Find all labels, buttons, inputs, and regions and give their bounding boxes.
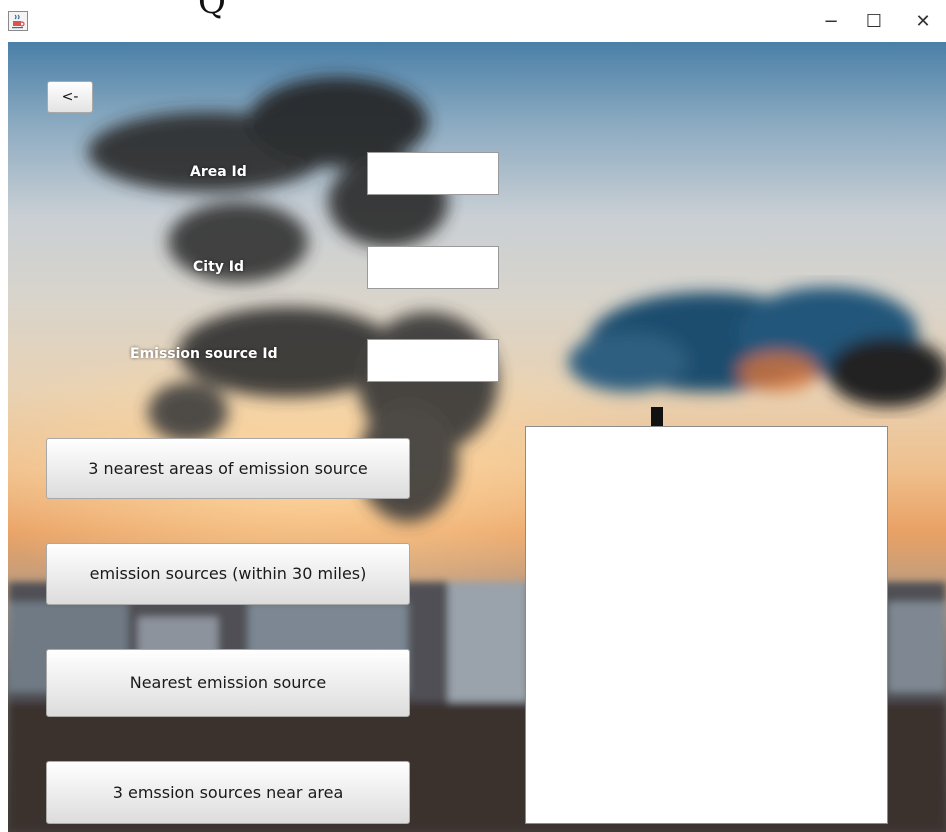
- title-bar: Q − ☐ ✕: [0, 0, 946, 42]
- area-id-field[interactable]: [367, 152, 499, 195]
- sources-near-area-button[interactable]: 3 emssion sources near area: [46, 761, 410, 824]
- emission-source-id-label: Emission source Id: [130, 346, 278, 362]
- app-window: Q − ☐ ✕ <- Area Id City Id Emission sour…: [0, 0, 946, 832]
- minimize-button[interactable]: −: [808, 6, 854, 38]
- content-pane: <- Area Id City Id Emission source Id 3 …: [8, 42, 946, 832]
- emission-source-id-field[interactable]: [367, 339, 499, 382]
- close-button[interactable]: ✕: [900, 6, 946, 38]
- results-panel[interactable]: [525, 426, 888, 824]
- area-id-label: Area Id: [190, 164, 247, 180]
- city-id-label: City Id: [193, 259, 244, 275]
- java-cup-icon: [8, 11, 28, 31]
- window-title: Q: [198, 0, 226, 22]
- within-30-miles-button[interactable]: emission sources (within 30 miles): [46, 543, 410, 605]
- back-button[interactable]: <-: [47, 81, 93, 113]
- nearest-areas-button[interactable]: 3 nearest areas of emission source: [46, 438, 410, 499]
- nearest-emission-source-button[interactable]: Nearest emission source: [46, 649, 410, 717]
- city-id-field[interactable]: [367, 246, 499, 289]
- maximize-button[interactable]: ☐: [851, 6, 897, 38]
